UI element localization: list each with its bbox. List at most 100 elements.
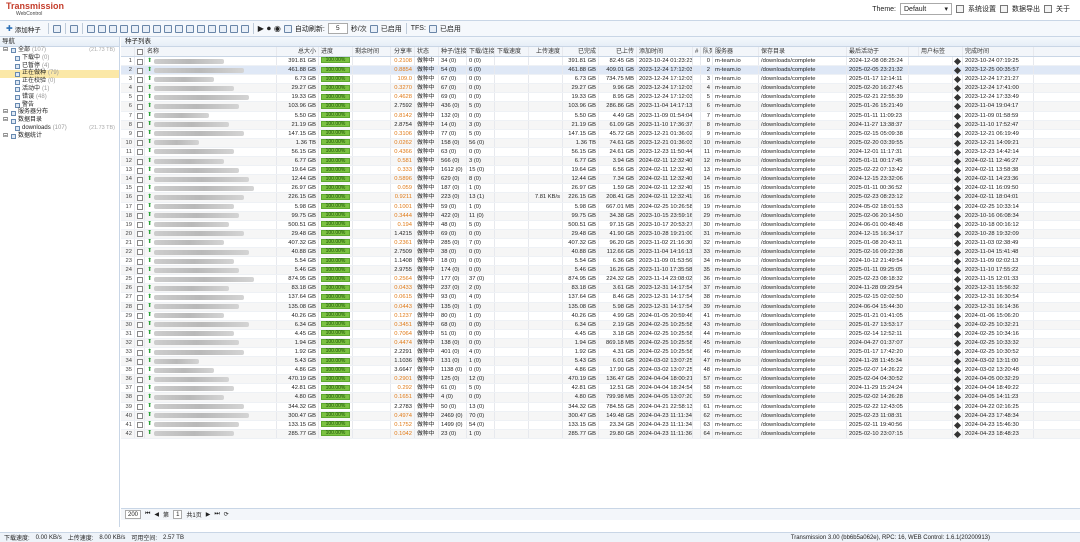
alt-speed-icon[interactable]: ◉ [274,24,281,33]
table-row[interactable]: 42 ⬆ 285.77 GB 100.00% 0.1042 做种中 23 (0) 1 (0) 2… [121,429,1080,439]
column-header[interactable]: 上传速度 [529,47,563,56]
tag-icon[interactable] [953,57,962,66]
tools-icon[interactable] [69,24,78,33]
checkbox[interactable] [137,48,143,55]
row-checkbox[interactable] [137,431,143,438]
sidebar-item[interactable]: ⊟ 数据统计 [0,133,119,141]
tag-icon[interactable] [953,385,962,393]
row-checkbox[interactable] [137,213,143,220]
tag-icon[interactable] [953,430,962,438]
expand-icon[interactable]: ⊟ [3,109,9,117]
tag-icon[interactable] [953,112,962,120]
play-icon[interactable]: ▶ [258,24,264,33]
column-header[interactable]: 队列 [701,47,713,56]
change-dir-icon[interactable] [196,24,205,33]
row-checkbox[interactable] [137,194,143,201]
table-row[interactable]: 21 ⬆ 407.32 GB 100.00% 0.2361 做种中 285 (0) 7 (0)… [121,238,1080,248]
row-checkbox[interactable] [137,140,143,147]
tag-icon[interactable] [953,212,962,220]
table-row[interactable]: 4 ⬆ 29.27 GB 100.00% 0.3270 做种中 67 (0) 0 (0) 29.… [121,84,1080,94]
row-checkbox[interactable] [137,331,143,338]
tag-icon[interactable] [953,76,962,84]
row-checkbox[interactable] [137,249,143,256]
tag-icon[interactable] [953,221,962,229]
toggle-icon[interactable] [369,24,378,33]
row-checkbox[interactable] [137,367,143,374]
table-row[interactable]: 1 ⬆ 391.81 GB 100.00% 0.2108 做种中 34 (0) 0 (0) 39… [121,57,1080,67]
row-checkbox[interactable] [137,385,143,392]
tag-icon[interactable] [953,403,962,411]
row-checkbox[interactable] [137,76,143,83]
tag-icon[interactable] [953,303,962,311]
column-header[interactable]: 总大小 [277,47,319,56]
start-icon[interactable] [108,24,117,33]
row-checkbox[interactable] [137,413,143,420]
column-header[interactable]: 保存目录 [759,47,847,56]
table-row[interactable]: 26 ⬆ 83.18 GB 100.00% 0.0433 做种中 237 (0) 2 (0) 8… [121,284,1080,294]
tag-icon[interactable] [953,321,962,329]
row-checkbox[interactable] [137,394,143,401]
row-checkbox[interactable] [137,85,143,92]
table-row[interactable]: 28 ⬆ 135.08 GB 100.00% 0.0443 做种中 135 (0) 1 (0)… [121,302,1080,312]
row-checkbox[interactable] [137,204,143,210]
column-header[interactable]: 最后活动于 [847,47,909,56]
move-down-icon[interactable] [152,24,161,33]
table-row[interactable]: 11 ⬆ 56.15 GB 100.00% 0.4366 做种中 63 (0) 0 (0) 56… [121,147,1080,158]
link-icon[interactable] [240,24,249,33]
column-header[interactable]: 服务器 [713,47,759,56]
column-header[interactable]: 添加时间 [637,47,693,56]
table-row[interactable]: 3 ⬆ 6.73 GB 100.00% 109.0 做种中 67 (0) 0 (0) 6.73 … [121,75,1080,85]
table-row[interactable]: 10 ⬆ 1.36 TB 100.00% 0.0262 做种中 158 (0) 56 (0) 1… [121,138,1080,148]
tag-icon[interactable] [953,339,962,347]
row-checkbox[interactable] [137,222,143,229]
expand-icon[interactable]: ⊟ [3,117,9,125]
move-top-icon[interactable] [163,24,172,33]
sidebar-item[interactable]: 活动中 (1) [0,86,119,94]
theme-select[interactable]: Default ▾ [900,3,952,15]
column-header[interactable]: 已完成 [563,47,599,56]
add-torrent-button[interactable]: ✚ 添加种子 [3,22,44,35]
row-checkbox[interactable] [137,94,143,101]
tag-icon[interactable] [953,267,962,275]
tag-icon[interactable] [953,294,962,302]
column-header[interactable]: 进度 [319,47,353,56]
sidebar-item[interactable]: ⊟ 全部 (107) (21.73 TB) [0,47,119,55]
page-size-select[interactable]: 200 [125,510,142,519]
tracker-icon[interactable] [207,24,216,33]
table-row[interactable]: 22 ⬆ 40.88 GB 100.00% 2.7509 做种中 38 (0) 0 (0) 40… [121,247,1080,258]
refresh-icon[interactable] [283,24,292,33]
tag-icon[interactable] [953,412,962,420]
tag-icon[interactable] [953,194,962,202]
reload-icon[interactable]: ⟳ [224,511,229,518]
table-row[interactable]: 20 ⬆ 29.48 GB 100.00% 1.4215 做种中 69 (0) 0 (0) 29… [121,229,1080,239]
copy-icon[interactable] [229,24,238,33]
column-header-index[interactable] [121,47,135,56]
toggle-icon[interactable] [428,24,437,33]
column-header-spacer[interactable] [909,47,919,56]
tag-icon[interactable] [953,67,962,75]
tag-icon[interactable] [953,239,962,247]
tag-icon[interactable] [953,103,962,111]
row-checkbox[interactable] [137,267,143,274]
sidebar-item[interactable]: 已暂停 (4) [0,63,119,71]
sidebar-item[interactable]: ⊟ 数据目录 [0,117,119,125]
table-row[interactable]: 30 ⬆ 6.34 GB 100.00% 0.3451 做种中 68 (0) 0 (0) 6.3… [121,320,1080,330]
tag-icon[interactable] [953,348,962,357]
row-checkbox[interactable] [137,58,143,65]
tag-icon[interactable] [953,285,962,293]
row-checkbox[interactable] [137,404,143,411]
table-row[interactable]: 38 ⬆ 4.80 GB 100.00% 0.1651 做种中 4 (0) 0 (0) 4.80… [121,393,1080,403]
column-header[interactable]: 名称 [145,47,277,56]
table-row[interactable]: 34 ⬆ 5.43 GB 100.00% 1.1036 做种中 131 (0) 1 (0) 5.… [121,357,1080,367]
table-row[interactable]: 8 ⬆ 21.19 GB 100.00% 2.8754 做种中 14 (0) 3 (0) 21.… [121,120,1080,130]
tag-icon[interactable] [953,258,962,266]
table-row[interactable]: 35 ⬆ 4.86 GB 100.00% 3.6647 做种中 1138 (0) 0 (0) 4… [121,366,1080,376]
sidebar-item[interactable]: 正在校验 (0) [0,78,119,86]
tag-icon[interactable] [953,130,962,138]
column-header[interactable]: 下载速度 [495,47,529,56]
page-input[interactable]: 1 [173,510,183,519]
remove-icon[interactable] [52,24,61,33]
label-icon[interactable] [218,24,227,33]
table-row[interactable]: 39 ⬆ 344.32 GB 100.00% 2.2783 做种中 50 (0) 13 (0)… [121,402,1080,412]
row-checkbox[interactable] [137,149,143,156]
